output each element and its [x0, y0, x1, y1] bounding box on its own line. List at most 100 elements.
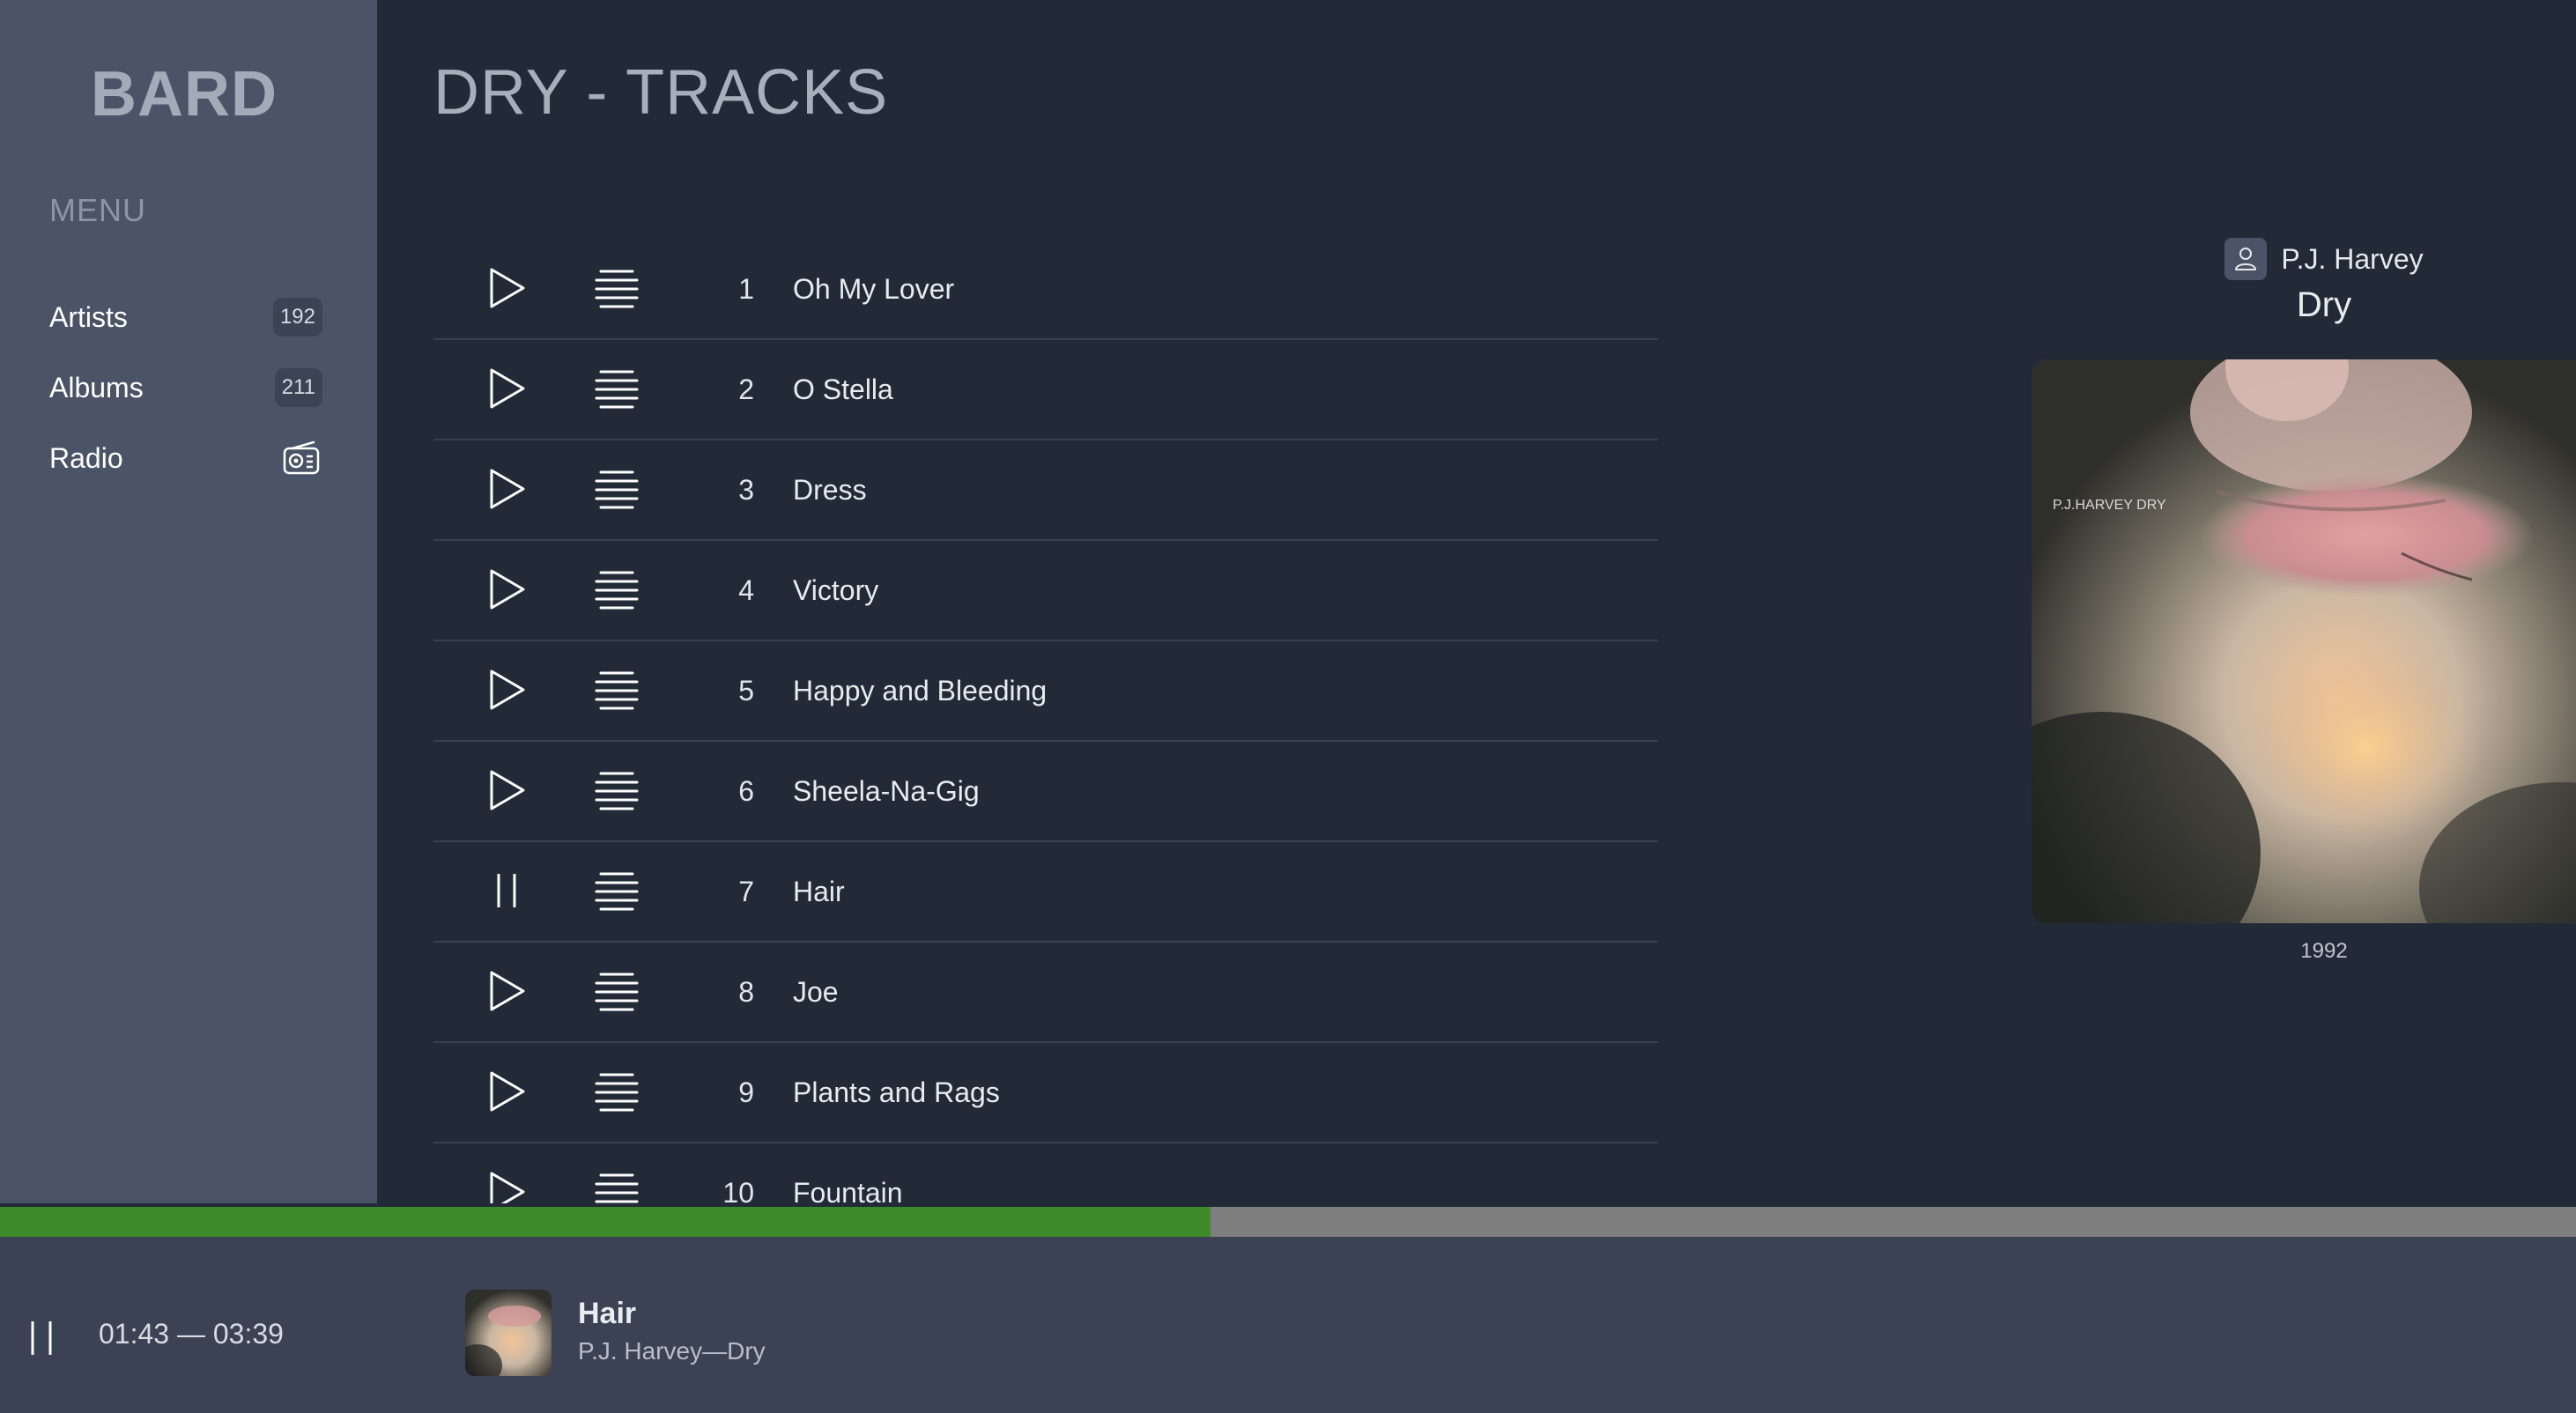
play-icon	[485, 1172, 529, 1203]
pause-icon	[31, 1321, 52, 1355]
add-to-queue-button[interactable]	[594, 670, 640, 712]
sidebar-item-label: Radio	[49, 441, 123, 474]
pause-button[interactable]	[485, 869, 529, 913]
count-badge: 192	[272, 298, 322, 337]
track-title[interactable]: Happy and Bleeding	[793, 675, 1047, 707]
queue-icon	[594, 1073, 640, 1117]
queue-icon	[594, 872, 640, 916]
sidebar-item-artists[interactable]: Artists 192	[49, 294, 322, 340]
track-row: 5 Happy and Bleeding	[433, 641, 1658, 742]
album-artist-link[interactable]: P.J. Harvey	[2281, 243, 2423, 276]
play-icon	[485, 1071, 529, 1117]
play-button[interactable]	[485, 567, 529, 611]
playback-time: 01:43 — 03:39	[99, 1318, 284, 1350]
playback-progress-bar[interactable]	[0, 1207, 2576, 1237]
play-button[interactable]	[485, 969, 529, 1013]
play-icon	[485, 770, 529, 816]
page-title: DRY - TRACKS	[433, 57, 889, 128]
app-window: BARD MENU Artists 192 Albums 211 Radio D…	[0, 0, 2576, 1413]
track-row: 2 O Stella	[433, 340, 1658, 440]
play-button[interactable]	[485, 1069, 529, 1113]
play-button[interactable]	[485, 366, 529, 411]
track-list: 1 Oh My Lover 2 O Stella 3 Dress 4 Victory 5 Happ…	[433, 240, 1658, 1203]
track-title[interactable]: Hair	[793, 876, 845, 908]
count-badge: 211	[274, 368, 322, 407]
add-to-queue-button[interactable]	[594, 770, 640, 812]
track-row: 10 Fountain	[433, 1143, 1658, 1203]
add-to-queue-button[interactable]	[594, 1172, 640, 1203]
add-to-queue-button[interactable]	[594, 368, 640, 411]
track-number: 8	[738, 975, 754, 1008]
play-button[interactable]	[485, 266, 529, 310]
add-to-queue-button[interactable]	[594, 569, 640, 611]
album-year: 1992	[2300, 939, 2348, 963]
queue-icon	[594, 671, 640, 715]
track-title[interactable]: Dress	[793, 474, 867, 507]
track-number: 7	[738, 875, 754, 907]
track-row: 1 Oh My Lover	[433, 240, 1658, 340]
track-number: 4	[738, 573, 754, 606]
sidebar-item-label: Albums	[49, 371, 144, 403]
queue-icon	[594, 571, 640, 615]
track-number: 2	[738, 373, 754, 405]
track-title[interactable]: O Stella	[793, 374, 893, 406]
queue-icon	[594, 370, 640, 414]
track-title[interactable]: Fountain	[793, 1177, 903, 1204]
play-button[interactable]	[485, 467, 529, 511]
queue-icon	[594, 270, 640, 314]
radio-icon	[280, 439, 322, 477]
sidebar-item-radio[interactable]: Radio	[49, 435, 322, 481]
player-bar: 01:43 — 03:39 Hair P.J. Harvey—Dry	[0, 1237, 2576, 1413]
track-title[interactable]: Joe	[793, 976, 839, 1009]
play-icon	[485, 268, 529, 314]
pause-button[interactable]	[26, 1318, 56, 1358]
add-to-queue-button[interactable]	[594, 469, 640, 511]
track-number: 5	[738, 674, 754, 706]
track-row: 9 Plants and Rags	[433, 1043, 1658, 1143]
track-number: 1	[738, 272, 754, 305]
play-button[interactable]	[485, 768, 529, 812]
play-icon	[485, 368, 529, 414]
track-row: 3 Dress	[433, 440, 1658, 541]
add-to-queue-button[interactable]	[594, 268, 640, 310]
play-icon	[485, 569, 529, 615]
now-playing-thumbnail	[465, 1290, 551, 1376]
sidebar: BARD MENU Artists 192 Albums 211 Radio	[0, 0, 377, 1203]
menu-title: MENU	[49, 192, 146, 228]
add-to-queue-button[interactable]	[594, 1071, 640, 1113]
add-to-queue-button[interactable]	[594, 870, 640, 913]
track-title[interactable]: Plants and Rags	[793, 1076, 1000, 1109]
cover-text: P.J.HARVEY DRY	[2053, 498, 2166, 513]
track-row: 6 Sheela-Na-Gig	[433, 742, 1658, 842]
queue-icon	[594, 1173, 640, 1203]
progress-fill	[0, 1207, 1211, 1237]
add-to-queue-button[interactable]	[594, 971, 640, 1013]
track-number: 3	[738, 473, 754, 506]
queue-icon	[594, 772, 640, 816]
track-row: 8 Joe	[433, 943, 1658, 1043]
play-button[interactable]	[485, 668, 529, 712]
queue-icon	[594, 470, 640, 514]
main-content: DRY - TRACKS 1 Oh My Lover 2 O Stella 3 Dress…	[377, 0, 2576, 1203]
track-row: 7 Hair	[433, 842, 1658, 943]
album-artist-line: P.J. Harvey	[1804, 238, 2576, 280]
queue-icon	[594, 973, 640, 1017]
track-title[interactable]: Sheela-Na-Gig	[793, 775, 980, 808]
track-number: 10	[722, 1176, 754, 1204]
sidebar-item-albums[interactable]: Albums 211	[49, 365, 322, 411]
now-playing-subtitle[interactable]: P.J. Harvey—Dry	[578, 1337, 766, 1365]
pause-icon	[485, 874, 529, 916]
track-title[interactable]: Oh My Lover	[793, 273, 954, 306]
album-cover: P.J.HARVEY DRY	[2032, 359, 2576, 923]
person-icon	[2224, 238, 2268, 280]
sidebar-item-label: Artists	[49, 300, 128, 333]
play-icon	[485, 469, 529, 514]
play-icon	[485, 670, 529, 715]
album-title: Dry	[2296, 285, 2352, 324]
track-title[interactable]: Victory	[793, 574, 878, 607]
track-row: 4 Victory	[433, 541, 1658, 641]
track-number: 6	[738, 774, 754, 807]
brand-logo: BARD	[91, 59, 278, 129]
now-playing-title[interactable]: Hair	[578, 1297, 636, 1331]
play-button[interactable]	[485, 1170, 529, 1203]
